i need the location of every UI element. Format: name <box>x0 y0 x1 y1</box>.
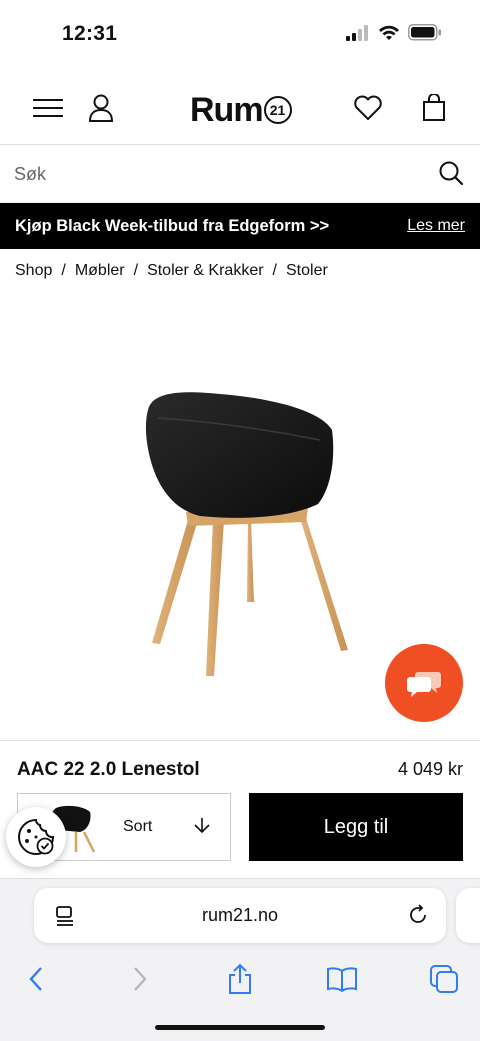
chat-button[interactable] <box>385 644 463 722</box>
breadcrumb-shop[interactable]: Shop <box>15 262 52 280</box>
breadcrumb-separator: / <box>133 262 139 279</box>
menu-button[interactable] <box>30 90 66 126</box>
wishlist-button[interactable] <box>350 90 386 126</box>
breadcrumb-separator: / <box>272 262 277 279</box>
breadcrumb-separator: / <box>61 262 66 279</box>
chevron-left-icon <box>29 967 42 991</box>
account-button[interactable] <box>83 90 119 126</box>
bookmarks-button[interactable] <box>322 959 362 999</box>
user-icon <box>88 94 114 122</box>
url-text: rum21.no <box>201 905 279 925</box>
variant-label: Sort <box>123 818 153 835</box>
browser-toolbar: rum21.no <box>0 878 480 1041</box>
site-header: Rum 21 <box>0 70 480 145</box>
search-bar <box>0 146 480 203</box>
promo-link[interactable]: Les mer <box>407 217 465 235</box>
logo-text: Rum <box>190 90 264 129</box>
promo-banner[interactable]: Kjøp Black Week-tilbud fra Edgeform >> L… <box>0 203 480 249</box>
chat-icon <box>407 672 441 697</box>
breadcrumb-stoler[interactable]: Stoler <box>286 262 328 280</box>
status-time: 12:31 <box>62 22 118 45</box>
breadcrumb: Shop / Møbler / Stoler & Krakker / Stole… <box>15 262 328 280</box>
add-to-cart-button[interactable]: Legg til <box>249 793 463 861</box>
breadcrumb-mobler[interactable]: Møbler <box>75 262 125 280</box>
cookie-icon <box>18 818 55 855</box>
promo-text: Kjøp Black Week-tilbud fra Edgeform >> <box>15 216 330 235</box>
home-indicator <box>155 1025 325 1030</box>
browser-nav <box>0 959 480 999</box>
product-image[interactable] <box>130 370 360 690</box>
signal-icon <box>346 24 368 41</box>
site-logo[interactable]: Rum 21 <box>190 90 292 130</box>
address-bar[interactable]: rum21.no <box>34 888 446 943</box>
back-button[interactable] <box>16 959 56 999</box>
status-bar: 12:31 <box>0 0 480 70</box>
menu-icon <box>33 99 63 117</box>
forward-button[interactable] <box>120 959 160 999</box>
cart-button[interactable] <box>416 90 452 126</box>
cookie-settings-button[interactable] <box>6 807 66 867</box>
reload-icon[interactable] <box>406 903 430 927</box>
book-icon <box>327 967 357 992</box>
chevron-right-icon <box>134 967 147 991</box>
search-input[interactable] <box>14 158 424 190</box>
tabs-icon <box>430 965 458 993</box>
breadcrumb-stoler-krakker[interactable]: Stoler & Krakker <box>147 262 263 280</box>
search-button[interactable] <box>438 160 468 190</box>
heart-icon <box>354 95 382 120</box>
search-icon <box>439 161 464 186</box>
share-icon <box>229 963 251 994</box>
next-tab-peek[interactable] <box>456 888 480 943</box>
battery-icon <box>408 24 441 41</box>
product-name: AAC 22 2.0 Lenestol <box>17 759 200 780</box>
product-bar: AAC 22 2.0 Lenestol 4 049 kr Sort Legg t… <box>0 740 480 878</box>
share-button[interactable] <box>220 959 260 999</box>
wifi-icon <box>379 25 399 40</box>
logo-number: 21 <box>263 96 292 124</box>
chevron-down-icon <box>194 818 210 834</box>
tabs-button[interactable] <box>424 959 464 999</box>
bag-icon <box>423 94 445 121</box>
status-icons <box>346 24 442 41</box>
product-price: 4 049 kr <box>397 759 463 779</box>
